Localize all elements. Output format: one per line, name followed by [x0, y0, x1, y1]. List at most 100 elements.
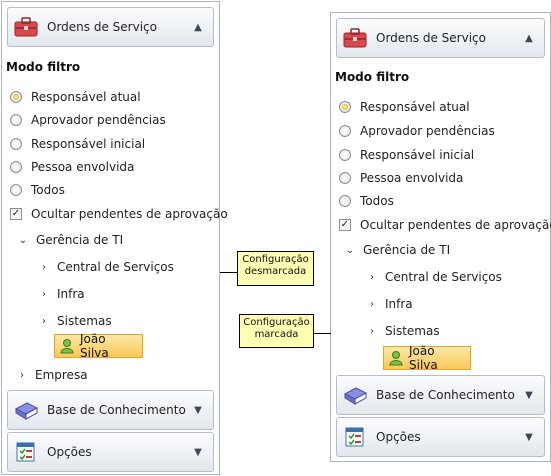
- radio-label: Todos: [360, 194, 394, 208]
- callout-connector: [220, 272, 238, 273]
- radio-option[interactable]: Aprovador pendências: [339, 122, 495, 140]
- radio-label: Aprovador pendências: [360, 124, 495, 138]
- radio-label: Pessoa envolvida: [31, 160, 135, 174]
- callout-line: marcada: [254, 329, 299, 340]
- callout-unchecked: Configuração desmarcada: [237, 251, 314, 286]
- radio-button[interactable]: [339, 125, 351, 137]
- selected-user-node[interactable]: João Silva: [383, 344, 471, 372]
- radio-label: Responsável atual: [360, 100, 470, 114]
- knowledge-base-label: Base de Conhecimento: [47, 403, 186, 417]
- chevron-down-icon[interactable]: ⌄: [343, 245, 357, 256]
- radio-label: Todos: [31, 183, 65, 197]
- tree-node-root[interactable]: ⌄ Gerência de TI: [16, 231, 123, 249]
- checkbox-checked[interactable]: ✓: [10, 208, 22, 220]
- orders-header[interactable]: Ordens de Serviço ▲: [7, 7, 214, 47]
- user-icon: [59, 338, 75, 354]
- radio-option[interactable]: Responsável inicial: [339, 146, 474, 164]
- radio-button[interactable]: [339, 149, 351, 161]
- radio-option[interactable]: Responsável atual: [10, 88, 141, 106]
- tree-node[interactable]: › Central de Serviços: [37, 258, 174, 276]
- callout-line: Configuração: [242, 254, 309, 265]
- radio-option[interactable]: Pessoa envolvida: [10, 158, 134, 176]
- radio-label: Aprovador pendências: [31, 113, 166, 127]
- options-label: Opções: [376, 430, 421, 444]
- filter-mode-title: Modo filtro: [6, 60, 81, 74]
- checklist-icon: [342, 426, 368, 448]
- chevron-right-icon[interactable]: ›: [37, 316, 51, 327]
- tree-node[interactable]: › Sistemas: [37, 312, 112, 330]
- tree-node-empresa[interactable]: › Empresa: [15, 366, 88, 384]
- selected-user-node[interactable]: João Silva: [54, 332, 143, 360]
- radio-button[interactable]: [10, 161, 22, 173]
- chevron-right-icon[interactable]: ›: [365, 299, 379, 310]
- tree-node-label: Central de Serviços: [57, 260, 174, 274]
- chevron-down-icon[interactable]: ▼: [522, 390, 536, 401]
- checkbox-checked[interactable]: ✓: [339, 219, 351, 231]
- book-icon: [13, 399, 39, 421]
- chevron-right-icon[interactable]: ›: [37, 289, 51, 300]
- chevron-down-icon[interactable]: ▼: [522, 432, 536, 443]
- tree-node[interactable]: › Infra: [37, 285, 85, 303]
- tree-node[interactable]: › Infra: [365, 295, 413, 313]
- book-icon: [342, 384, 368, 406]
- radio-option[interactable]: Responsável atual: [339, 98, 470, 116]
- options-header[interactable]: Opções ▼: [7, 432, 214, 472]
- radio-button[interactable]: [10, 114, 22, 126]
- radio-button[interactable]: [339, 195, 351, 207]
- chevron-down-icon[interactable]: ▼: [191, 447, 205, 458]
- radio-option[interactable]: Aprovador pendências: [10, 111, 166, 129]
- tree-node-root[interactable]: ⌄ Gerência de TI: [343, 241, 450, 259]
- tree-node-label: Gerência de TI: [363, 243, 451, 257]
- selected-user-label: João Silva: [80, 332, 109, 360]
- knowledge-base-header[interactable]: Base de Conhecimento ▼: [7, 390, 214, 430]
- hide-pending-checkbox-row[interactable]: ✓ Ocultar pendentes de aprovação: [339, 216, 551, 234]
- callout-connector: [314, 333, 331, 334]
- toolbox-icon: [13, 16, 39, 38]
- chevron-right-icon[interactable]: ›: [37, 262, 51, 273]
- radio-option[interactable]: Responsável inicial: [10, 135, 145, 153]
- toolbox-icon: [342, 27, 368, 49]
- chevron-down-icon[interactable]: ⌄: [16, 235, 30, 246]
- radio-option[interactable]: Pessoa envolvida: [339, 169, 463, 187]
- callout-line: desmarcada: [244, 266, 307, 277]
- radio-option[interactable]: Todos: [339, 192, 394, 210]
- knowledge-base-label: Base de Conhecimento: [376, 388, 515, 402]
- tree-node-label: Gerência de TI: [36, 233, 124, 247]
- chevron-up-icon[interactable]: ▲: [522, 33, 536, 44]
- orders-header-label: Ordens de Serviço: [47, 20, 157, 34]
- checkbox-label: Ocultar pendentes de aprovação: [360, 218, 551, 232]
- tree-node[interactable]: › Central de Serviços: [365, 268, 502, 286]
- orders-header[interactable]: Ordens de Serviço ▲: [336, 18, 545, 58]
- checkbox-label: Ocultar pendentes de aprovação: [31, 207, 228, 221]
- tree-node-label: Sistemas: [385, 324, 440, 338]
- radio-button-checked[interactable]: [10, 91, 22, 103]
- filter-mode-title: Modo filtro: [335, 70, 410, 84]
- tree-node-label: Infra: [385, 297, 413, 311]
- user-icon: [388, 350, 404, 366]
- tree-node-label: Infra: [57, 287, 85, 301]
- chevron-right-icon[interactable]: ›: [365, 272, 379, 283]
- knowledge-base-header[interactable]: Base de Conhecimento ▼: [336, 375, 545, 415]
- radio-button[interactable]: [10, 184, 22, 196]
- radio-button[interactable]: [10, 138, 22, 150]
- radio-label: Responsável inicial: [31, 137, 146, 151]
- checklist-icon: [13, 441, 39, 463]
- tree-node-label: Sistemas: [57, 314, 112, 328]
- selected-user-label: João Silva: [409, 344, 438, 372]
- filter-panel-right: Ordens de Serviço ▲ Modo filtro Responsá…: [330, 12, 551, 462]
- radio-option[interactable]: Todos: [10, 181, 65, 199]
- tree-node-label: Central de Serviços: [385, 270, 502, 284]
- chevron-right-icon[interactable]: ›: [365, 326, 379, 337]
- radio-button[interactable]: [339, 172, 351, 184]
- tree-node[interactable]: › Sistemas: [365, 322, 440, 340]
- options-header[interactable]: Opções ▼: [336, 417, 545, 457]
- chevron-right-icon[interactable]: ›: [15, 370, 29, 381]
- tree-node-label: Empresa: [35, 368, 88, 382]
- options-label: Opções: [47, 445, 92, 459]
- filter-panel-left: Ordens de Serviço ▲ Modo filtro Responsá…: [1, 1, 228, 475]
- hide-pending-checkbox-row[interactable]: ✓ Ocultar pendentes de aprovação: [10, 205, 228, 223]
- chevron-up-icon[interactable]: ▲: [191, 22, 205, 33]
- chevron-down-icon[interactable]: ▼: [191, 405, 205, 416]
- radio-button-checked[interactable]: [339, 101, 351, 113]
- callout-checked: Configuração marcada: [239, 314, 314, 348]
